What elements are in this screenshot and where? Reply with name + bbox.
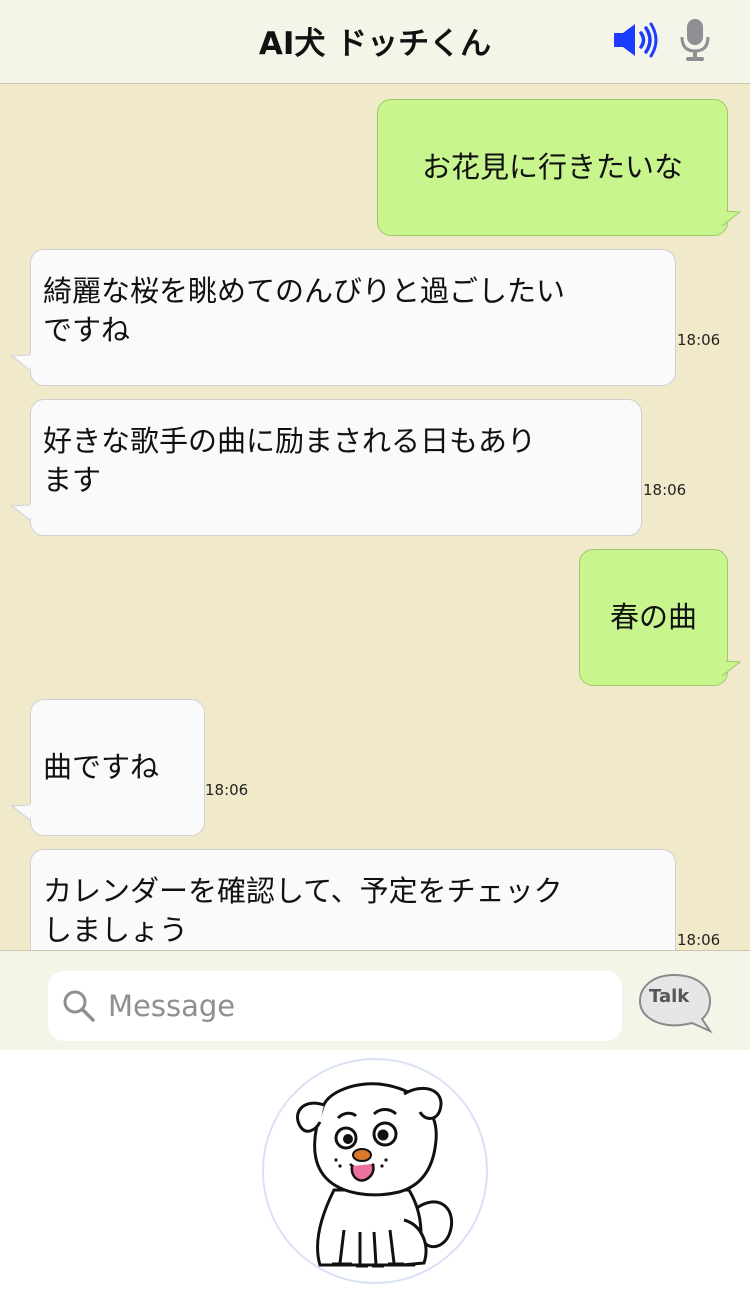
speaker-icon [614,22,658,58]
message-line: ます [43,463,102,497]
search-icon [63,990,95,1022]
message-line: しましょう [43,913,189,947]
message-time: 18:06 [643,481,687,499]
message-line: 綺麗な桜を眺めてのんびりと過ごしたい [43,274,566,308]
message-bot: カレンダーを確認して、予定をチェック しましょう 18:06 [0,834,750,950]
message-time: 18:06 [677,331,721,349]
message-field[interactable] [48,971,622,1041]
dog-mascot-icon [296,1082,454,1268]
bot-bubble: 曲ですね [30,699,205,836]
mic-button[interactable] [678,18,712,62]
message-bot: 好きな歌手の曲に励まされる日もあり ます 18:06 [0,384,750,544]
message-text: 春の曲 [609,600,697,634]
input-bar: Talk [0,950,750,1050]
avatar[interactable] [262,1058,488,1284]
bubble-tail [10,804,34,821]
bubble-tail [10,504,34,521]
user-bubble: お花見に行きたいな [377,99,728,236]
message-time: 18:06 [205,781,249,799]
message-text: お花見に行きたいな [421,150,683,184]
talk-button[interactable]: Talk [636,969,716,1039]
message-line: 好きな歌手の曲に励まされる日もあり [43,424,537,458]
message-bot: 曲ですね 18:06 [0,684,750,844]
message-line: 曲ですね [43,750,160,784]
speaker-button[interactable] [612,22,660,58]
talk-label: Talk [649,986,690,1007]
bubble-tail [718,210,742,227]
bubble-tail [10,354,34,371]
bot-bubble: カレンダーを確認して、予定をチェック しましょう [30,849,676,950]
bot-bubble: 好きな歌手の曲に励まされる日もあり ます [30,399,642,536]
avatar-area [0,1050,750,1290]
bot-bubble: 綺麗な桜を眺めてのんびりと過ごしたい ですね [30,249,676,386]
message-line: カレンダーを確認して、予定をチェック [43,874,563,908]
message-bot: 綺麗な桜を眺めてのんびりと過ごしたい ですね 18:06 [0,234,750,394]
chat-area[interactable]: お花見に行きたいな 綺麗な桜を眺めてのんびりと過ごしたい ですね 18:06 好… [0,84,750,950]
bubble-tail [718,660,742,677]
message-user: お花見に行きたいな [0,84,750,244]
app-header: AI犬 ドッチくん [0,0,750,84]
message-time: 18:06 [677,931,721,949]
message-user: 春の曲 [0,534,750,694]
message-line: ですね [43,313,131,347]
message-input[interactable] [106,981,610,1031]
mic-icon [680,19,710,61]
user-bubble: 春の曲 [579,549,728,686]
